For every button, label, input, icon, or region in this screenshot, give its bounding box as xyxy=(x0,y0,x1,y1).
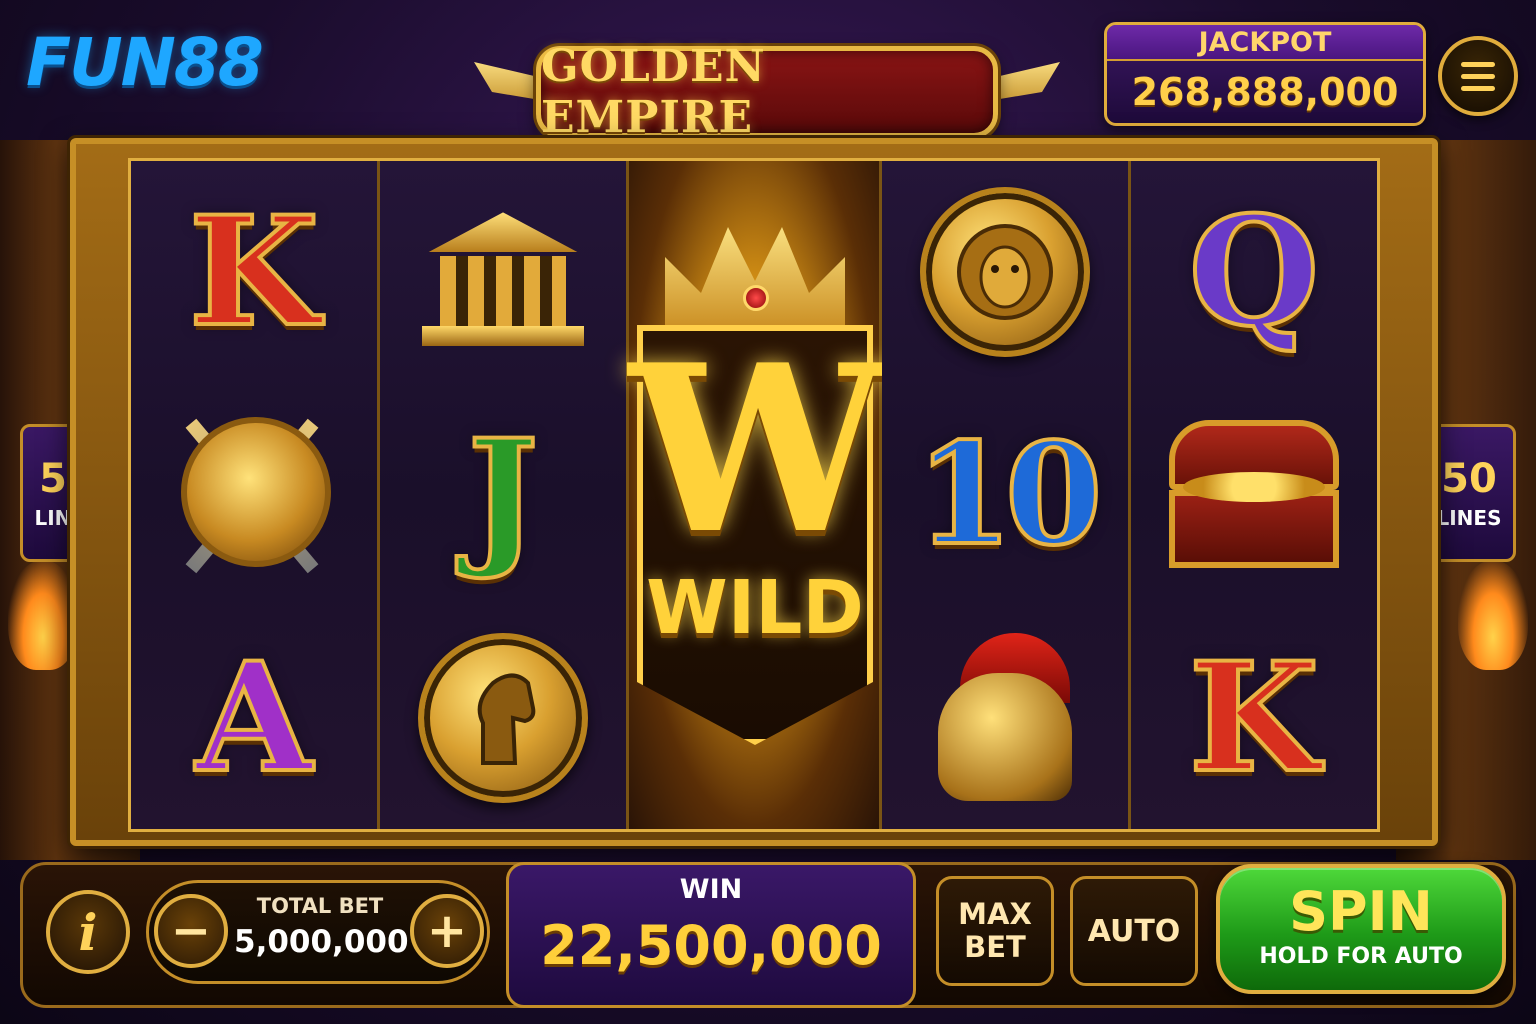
symbol-j: J xyxy=(403,400,603,590)
lion-coin-icon xyxy=(920,187,1090,358)
win-value: 22,500,000 xyxy=(540,914,882,977)
reel-1: K A xyxy=(131,161,380,829)
brand-logo: FUN88 xyxy=(26,24,264,101)
symbol-letter: Q xyxy=(1187,184,1322,361)
reel-2: J xyxy=(380,161,629,829)
symbol-k: K xyxy=(154,177,354,367)
spin-hold-hint[interactable]: HOLD FOR AUTO xyxy=(1216,944,1506,969)
increase-bet-button[interactable]: + xyxy=(410,894,484,968)
total-bet-label: TOTAL BET xyxy=(256,894,384,918)
symbol-temple xyxy=(403,177,603,367)
hamburger-menu-icon-bar xyxy=(1461,85,1495,91)
reel-frame: K A J W WILD 10 Q K xyxy=(70,138,1438,846)
torch-flame-left xyxy=(8,560,78,670)
symbol-shield-swords xyxy=(154,400,354,590)
spin-label[interactable]: SPIN xyxy=(1216,880,1506,943)
shield-swords-icon xyxy=(159,405,349,585)
win-label: WIN xyxy=(679,874,743,905)
symbol-letter: J xyxy=(466,406,541,583)
symbol-wild: W WILD xyxy=(629,215,888,775)
symbol-lion-coin xyxy=(905,177,1105,367)
decrease-bet-button[interactable]: − xyxy=(154,894,228,968)
hamburger-menu-icon-bar xyxy=(1461,73,1495,79)
title-banner: GOLDEN EMPIRE xyxy=(470,40,1064,150)
temple-icon xyxy=(418,192,588,352)
symbol-q: Q xyxy=(1154,177,1354,367)
reel-3-wild: W WILD xyxy=(629,161,888,829)
symbol-letter: 10 xyxy=(914,412,1105,577)
symbol-letter: A xyxy=(194,629,314,806)
symbol-letter: K xyxy=(187,184,321,361)
menu-button[interactable] xyxy=(1438,36,1518,116)
wild-label: WILD xyxy=(646,565,864,651)
jackpot-panel: JACKPOT 268,888,000 xyxy=(1104,22,1426,126)
symbol-10: 10 xyxy=(905,400,1105,590)
total-bet-value: 5,000,000 xyxy=(234,924,409,960)
reel-grid: K A J W WILD 10 Q K xyxy=(128,158,1380,832)
shield-icon xyxy=(181,416,331,567)
max-bet-label: MAX BET xyxy=(958,896,1032,964)
paylines-count: 50 xyxy=(1441,456,1497,502)
wild-letter: W xyxy=(629,315,888,585)
title-plate: GOLDEN EMPIRE xyxy=(536,41,998,143)
spartan-helmet-icon xyxy=(930,632,1080,803)
info-button[interactable]: i xyxy=(46,890,130,974)
auto-label: AUTO xyxy=(1087,913,1181,949)
torch-flame-right xyxy=(1458,560,1528,670)
ruby-gem-icon xyxy=(743,285,769,311)
reel-4: 10 xyxy=(882,161,1131,829)
paylines-label: LINES xyxy=(1436,506,1502,530)
symbol-k: K xyxy=(1154,623,1354,813)
reel-5: Q K xyxy=(1131,161,1377,829)
symbol-letter: K xyxy=(1187,629,1321,806)
game-title: GOLDEN EMPIRE xyxy=(541,41,766,143)
symbol-treasure-chest xyxy=(1154,400,1354,590)
hamburger-menu-icon xyxy=(1461,61,1495,67)
symbol-horse-coin xyxy=(403,623,603,813)
symbol-spartan-helmet xyxy=(905,623,1105,813)
symbol-a: A xyxy=(154,623,354,813)
jackpot-label: JACKPOT xyxy=(1107,25,1423,61)
treasure-chest-icon xyxy=(1159,419,1349,570)
horse-coin-icon xyxy=(418,632,588,803)
max-bet-button[interactable]: MAX BET xyxy=(936,876,1054,986)
auto-button[interactable]: AUTO xyxy=(1070,876,1198,986)
jackpot-value: 268,888,000 xyxy=(1131,70,1399,114)
